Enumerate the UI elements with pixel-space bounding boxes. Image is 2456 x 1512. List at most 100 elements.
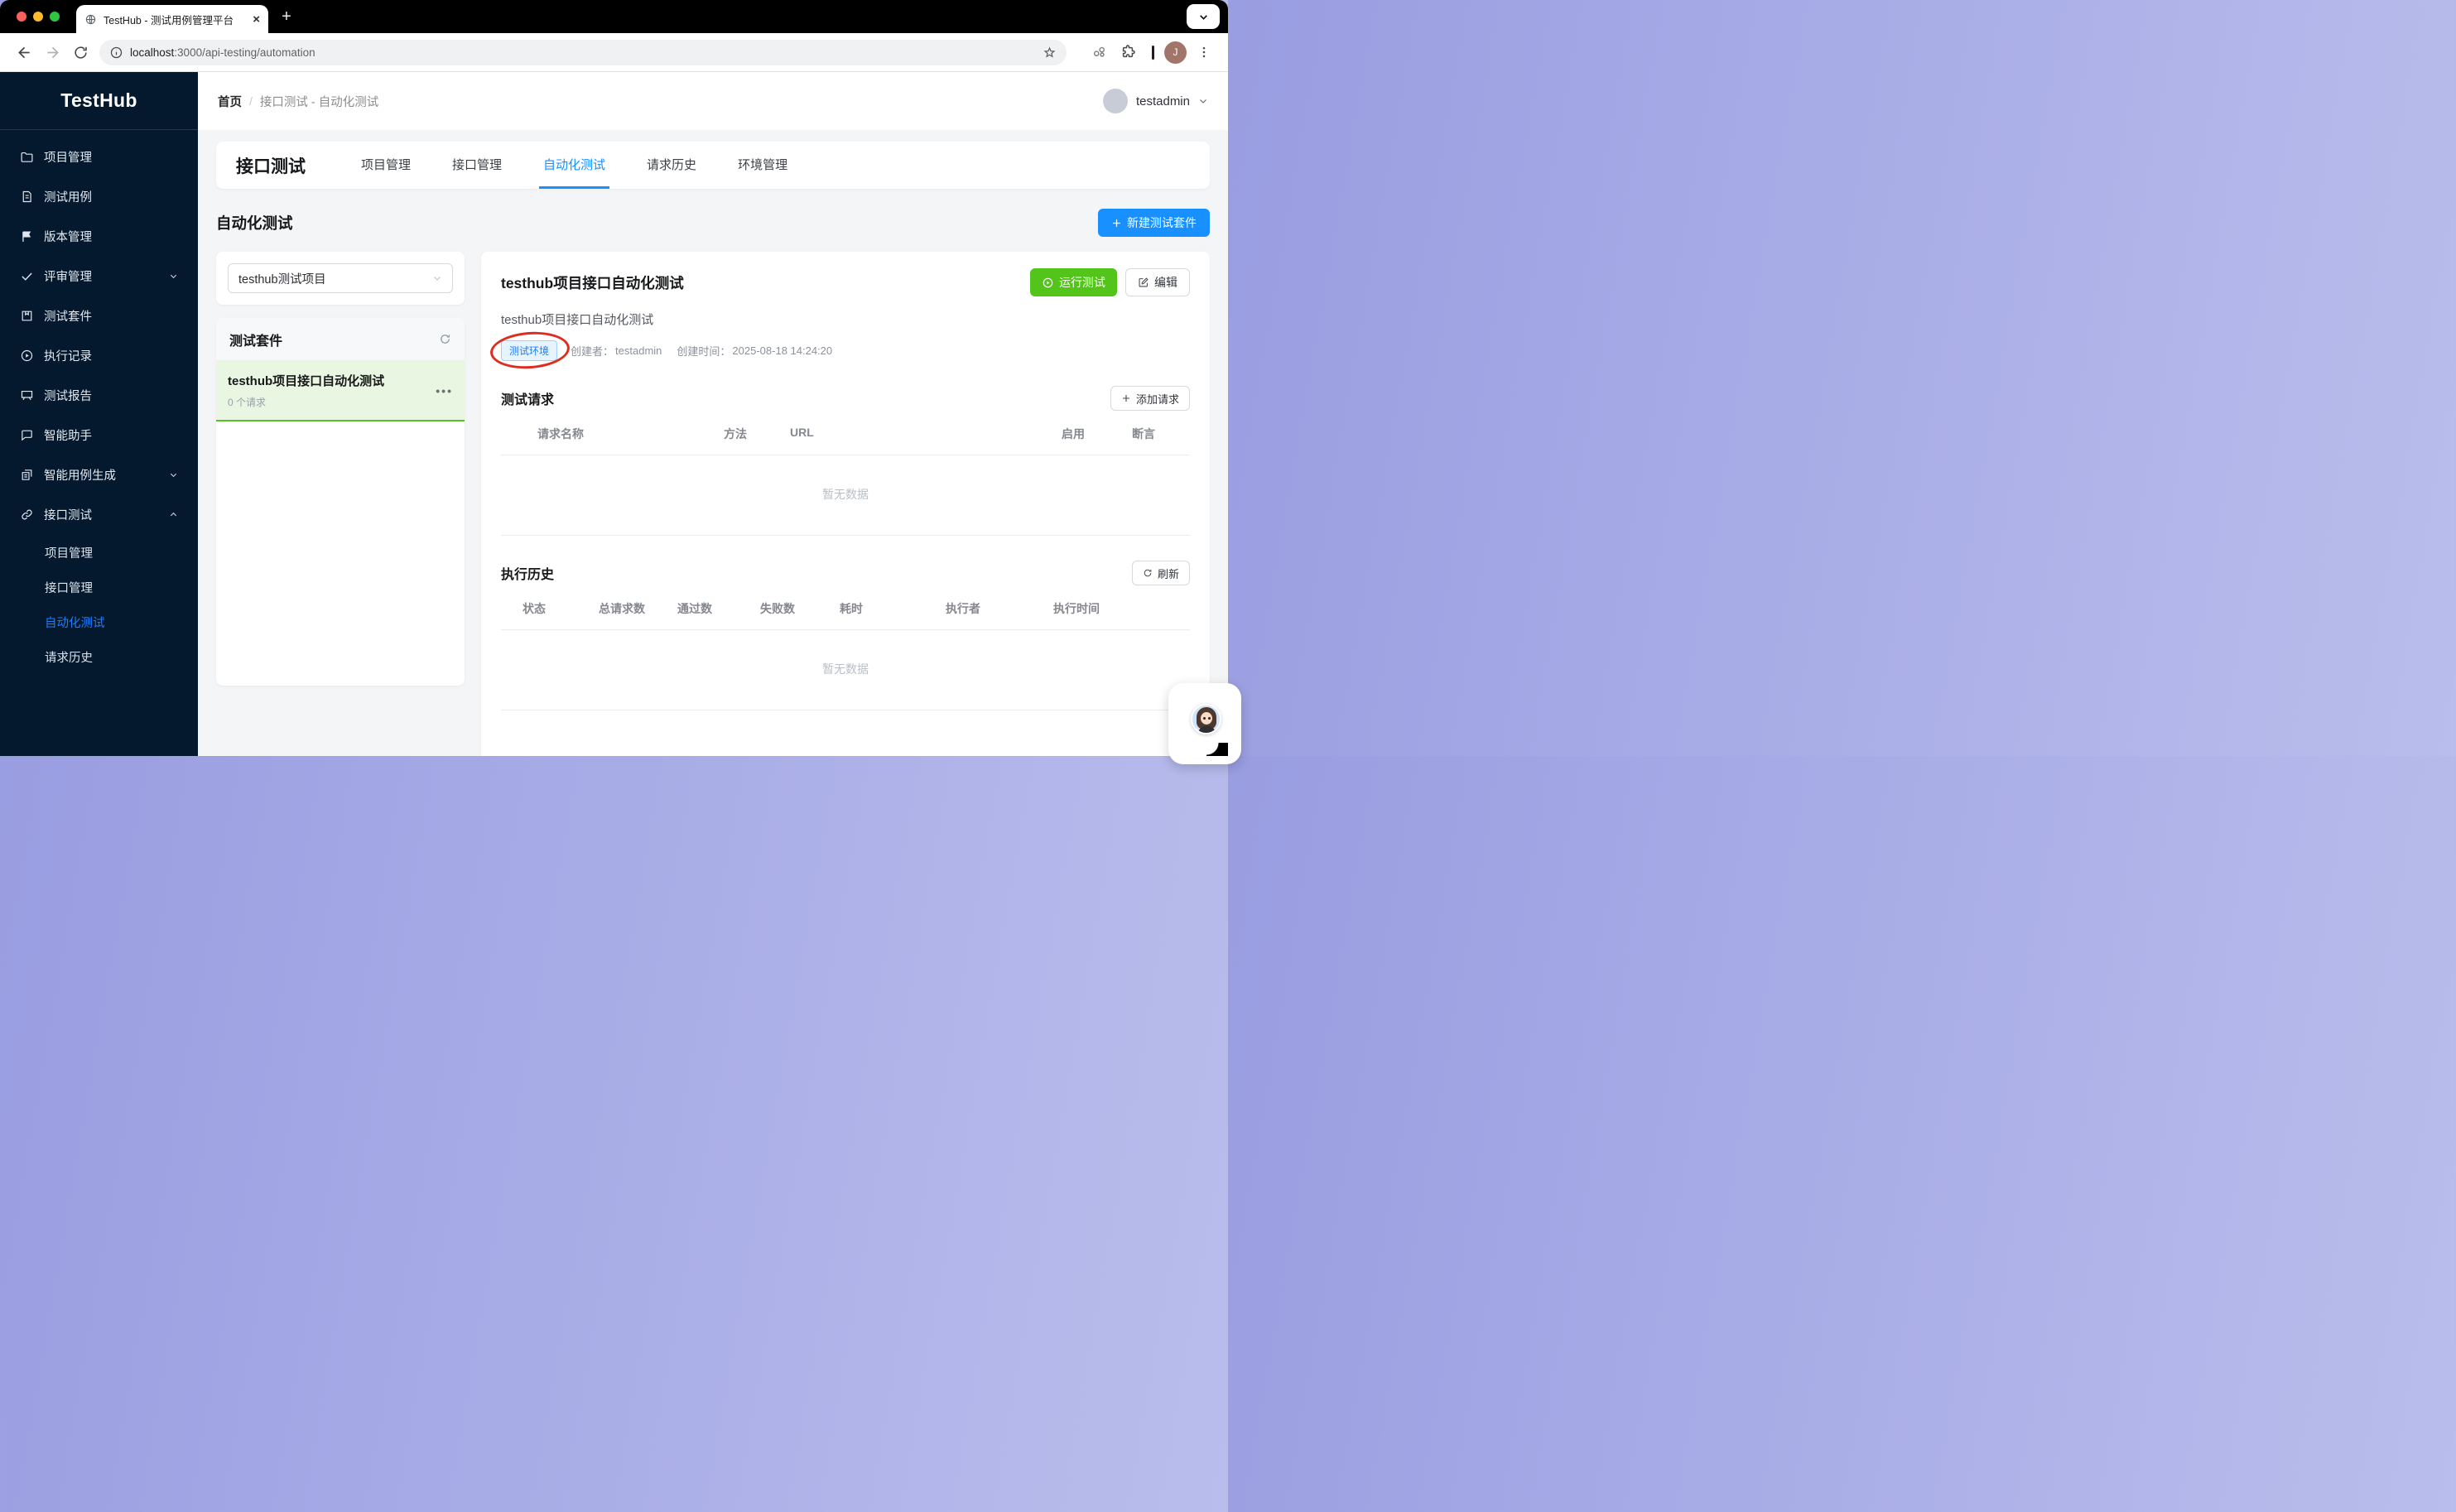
sidebar-item-label: 测试用例 bbox=[44, 190, 92, 205]
chevron-up-icon bbox=[169, 510, 178, 519]
chevron-down-icon bbox=[432, 273, 442, 283]
run-test-button-label: 运行测试 bbox=[1059, 276, 1105, 289]
breadcrumb-separator: / bbox=[249, 94, 253, 108]
history-section-title: 执行历史 bbox=[501, 568, 555, 582]
sidebar-item-label: 版本管理 bbox=[44, 230, 92, 244]
sidebar-item-label: 测试报告 bbox=[44, 389, 92, 403]
add-request-button-label: 添加请求 bbox=[1135, 392, 1179, 406]
project-select-value: testhub测试项目 bbox=[238, 272, 326, 287]
new-suite-button[interactable]: 新建测试套件 bbox=[1098, 209, 1210, 237]
page-title: 自动化测试 bbox=[216, 214, 293, 232]
column-total-requests: 总请求数 bbox=[599, 602, 645, 615]
sidebar-item-test-suites[interactable]: 测试套件 bbox=[10, 299, 188, 332]
requests-empty-state: 暂无数据 bbox=[501, 455, 1190, 536]
bookmark-star-icon[interactable] bbox=[1043, 46, 1057, 60]
plus-icon bbox=[1111, 218, 1122, 229]
sidebar: TestHub 项目管理 测试用例 版本管理 评审管理 测试套件 执行记录 测试… bbox=[0, 72, 198, 756]
sidebar-item-label: 执行记录 bbox=[44, 349, 92, 364]
suite-detail-card: testhub项目接口自动化测试 运行测试 编辑 testhub项目接口自动化测… bbox=[481, 252, 1210, 756]
hub-extension-icon[interactable] bbox=[1086, 38, 1114, 66]
project-select[interactable]: testhub测试项目 bbox=[228, 263, 453, 293]
run-test-button[interactable]: 运行测试 bbox=[1030, 268, 1117, 296]
breadcrumb-home[interactable]: 首页 bbox=[218, 93, 242, 110]
refresh-history-button[interactable]: 刷新 bbox=[1131, 561, 1190, 585]
assistant-avatar-eye bbox=[1208, 717, 1211, 720]
bookmark-square-icon bbox=[20, 309, 34, 323]
env-tag-wrapper: 测试环境 bbox=[489, 329, 571, 372]
browser-window: TestHub - 测试用例管理平台 × + localhost:3000/ap… bbox=[0, 0, 1228, 756]
edit-button[interactable]: 编辑 bbox=[1125, 268, 1190, 296]
chevron-down-icon bbox=[169, 272, 178, 281]
header-spacer bbox=[501, 426, 537, 455]
column-request-name: 请求名称 bbox=[537, 427, 584, 441]
column-assertion: 断言 bbox=[1132, 427, 1155, 441]
edit-icon bbox=[1138, 277, 1149, 288]
refresh-icon[interactable] bbox=[439, 333, 451, 345]
section-heading-row: 自动化测试 新建测试套件 bbox=[216, 209, 1210, 237]
sidebar-item-ai-assistant[interactable]: 智能助手 bbox=[10, 418, 188, 451]
forward-icon[interactable] bbox=[38, 38, 66, 66]
suites-panel: 测试套件 testhub项目接口自动化测试 0 个请求 ••• bbox=[216, 318, 465, 686]
window-controls bbox=[17, 12, 60, 22]
sidebar-item-test-cases[interactable]: 测试用例 bbox=[10, 180, 188, 213]
sidebar-subitem-request-history[interactable]: 请求历史 bbox=[10, 642, 188, 672]
more-actions-icon[interactable]: ••• bbox=[436, 384, 453, 397]
suite-list-item[interactable]: testhub项目接口自动化测试 0 个请求 ••• bbox=[216, 361, 465, 421]
site-info-icon[interactable] bbox=[109, 46, 123, 60]
chevron-down-icon bbox=[169, 470, 178, 479]
browser-tab-strip: TestHub - 测试用例管理平台 × + bbox=[0, 0, 1228, 33]
column-failed: 失败数 bbox=[760, 602, 795, 615]
sidebar-item-review-management[interactable]: 评审管理 bbox=[10, 259, 188, 292]
sidebar-item-version-management[interactable]: 版本管理 bbox=[10, 219, 188, 253]
tab-automation-testing[interactable]: 自动化测试 bbox=[539, 142, 610, 189]
presentation-icon bbox=[20, 388, 34, 402]
sidebar-subitem-project-management[interactable]: 项目管理 bbox=[10, 537, 188, 567]
history-empty-state: 暂无数据 bbox=[501, 630, 1190, 710]
column-url: URL bbox=[790, 426, 814, 439]
url-bar[interactable]: localhost:3000/api-testing/automation bbox=[99, 39, 1067, 65]
extensions-puzzle-icon[interactable] bbox=[1114, 38, 1142, 66]
sidebar-item-test-reports[interactable]: 测试报告 bbox=[10, 378, 188, 412]
sidebar-subitem-label: 项目管理 bbox=[45, 547, 93, 561]
reload-icon[interactable] bbox=[66, 38, 94, 66]
minimize-window-button[interactable] bbox=[33, 12, 43, 22]
tab-api-management[interactable]: 接口管理 bbox=[448, 142, 506, 189]
suite-action-buttons: 运行测试 编辑 bbox=[1030, 268, 1190, 296]
sidebar-subitem-label: 自动化测试 bbox=[45, 616, 105, 630]
browser-menu-dots-icon[interactable] bbox=[1190, 38, 1218, 66]
breadcrumb-current: 接口测试 - 自动化测试 bbox=[259, 95, 379, 109]
window-corner-shadow bbox=[1206, 743, 1228, 756]
copy-icon bbox=[20, 468, 34, 482]
tab-environment-management[interactable]: 环境管理 bbox=[734, 142, 792, 189]
tab-search-chevron-button[interactable] bbox=[1187, 4, 1220, 29]
created-time-value: 2025-08-18 14:24:20 bbox=[732, 344, 833, 357]
maximize-window-button[interactable] bbox=[50, 12, 60, 22]
chevron-down-icon bbox=[1198, 96, 1208, 106]
project-select-card: testhub测试项目 bbox=[216, 252, 465, 305]
add-request-button[interactable]: 添加请求 bbox=[1110, 386, 1190, 411]
creator-value: testadmin bbox=[615, 344, 662, 357]
browser-profile-avatar[interactable]: J bbox=[1164, 41, 1187, 64]
sidebar-subitem-automation-testing[interactable]: 自动化测试 bbox=[10, 607, 188, 637]
sidebar-item-project-management[interactable]: 项目管理 bbox=[10, 140, 188, 173]
back-icon[interactable] bbox=[10, 38, 38, 66]
tab-close-icon[interactable]: × bbox=[253, 13, 260, 26]
new-tab-button[interactable]: + bbox=[277, 7, 296, 26]
sidebar-item-api-testing[interactable]: 接口测试 bbox=[10, 498, 188, 531]
sidebar-subitem-label: 接口管理 bbox=[45, 581, 93, 595]
close-window-button[interactable] bbox=[17, 12, 26, 22]
tab-project-management[interactable]: 项目管理 bbox=[357, 142, 415, 189]
sidebar-item-ai-case-generation[interactable]: 智能用例生成 bbox=[10, 458, 188, 491]
sidebar-nav: 项目管理 测试用例 版本管理 评审管理 测试套件 执行记录 测试报告 智能助手 … bbox=[0, 130, 198, 672]
tab-request-history[interactable]: 请求历史 bbox=[643, 142, 701, 189]
requests-section-header: 测试请求 添加请求 bbox=[501, 386, 1190, 411]
assistant-avatar[interactable] bbox=[1191, 704, 1221, 734]
favicon-globe-icon bbox=[84, 13, 97, 26]
sidebar-subitem-api-management[interactable]: 接口管理 bbox=[10, 572, 188, 602]
sidebar-item-execution-records[interactable]: 执行记录 bbox=[10, 339, 188, 372]
play-circle-icon bbox=[20, 349, 34, 363]
refresh-icon bbox=[1143, 568, 1153, 578]
user-menu[interactable]: testadmin bbox=[1102, 89, 1208, 113]
tab-title: TestHub - 测试用例管理平台 bbox=[104, 14, 234, 26]
browser-tab[interactable]: TestHub - 测试用例管理平台 × bbox=[76, 5, 268, 33]
